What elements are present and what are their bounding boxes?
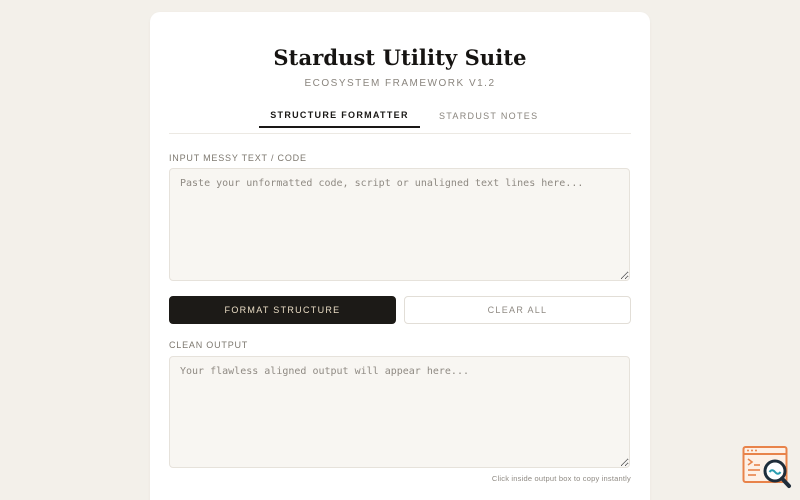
clear-all-button[interactable]: CLEAR ALL [404,296,631,324]
copy-hint: Click inside output box to copy instantl… [491,474,631,483]
app-subtitle: ECOSYSTEM FRAMEWORK V1.2 [304,78,496,89]
tab-structure-formatter[interactable]: STRUCTURE FORMATTER [259,108,420,128]
input-textarea[interactable] [169,168,630,281]
code-search-icon [742,446,791,488]
format-structure-button[interactable]: FORMAT STRUCTURE [169,296,396,324]
output-label: CLEAN OUTPUT [169,340,249,350]
output-textarea[interactable] [169,356,630,468]
formatter-card: Stardust Utility Suite ECOSYSTEM FRAMEWO… [150,12,650,500]
app-title: Stardust Utility Suite [273,45,527,70]
tab-stardust-notes[interactable]: STARDUST NOTES [439,108,541,126]
tab-bar: STRUCTURE FORMATTER STARDUST NOTES [169,108,631,134]
floating-widget-button[interactable] [742,445,792,491]
input-label: INPUT MESSY TEXT / CODE [169,153,307,163]
